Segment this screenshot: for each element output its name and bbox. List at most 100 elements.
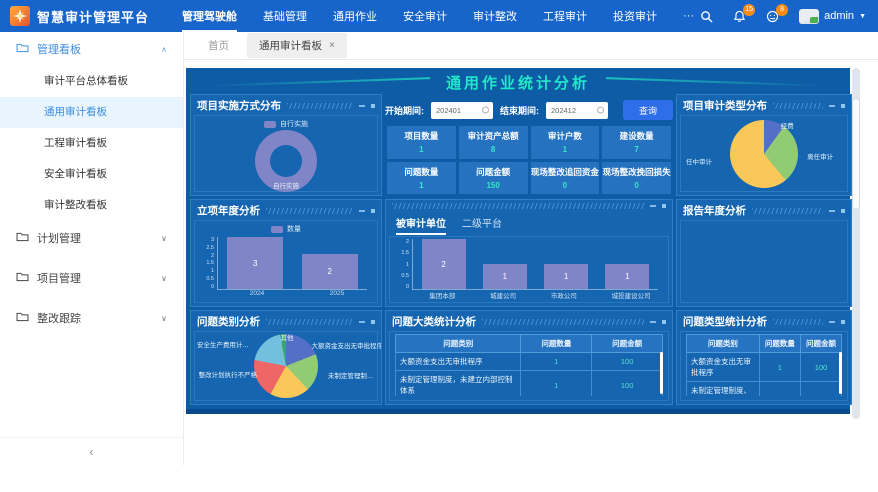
sidebar-item[interactable]: 工程审计看板: [0, 128, 183, 159]
panel-title: 报告年度分析: [683, 203, 746, 218]
panel-dot-icon: [841, 104, 845, 108]
nav-item-3[interactable]: 通用作业: [333, 0, 377, 32]
hatch-decor: [752, 208, 823, 214]
y-tick: 0.5: [401, 273, 409, 279]
nav-item-5[interactable]: 审计整改: [473, 0, 517, 32]
stat-value: 7: [634, 145, 638, 154]
dashboard-grid: 项目实施方式分布 自行实施自行实施 开始期间:: [190, 94, 846, 405]
bar-value: 1: [564, 272, 568, 281]
unit-tab-2[interactable]: 二级平台: [462, 215, 502, 235]
nav-item-8[interactable]: ···: [683, 0, 694, 32]
username: admin: [824, 10, 854, 22]
panel-title: 问题大类统计分析: [392, 314, 476, 329]
scrollbar-thumb[interactable]: [852, 98, 860, 210]
sidebar-group-2[interactable]: 计划管理∨: [0, 221, 183, 255]
close-icon[interactable]: ×: [329, 40, 335, 51]
bell-icon[interactable]: 15: [733, 10, 746, 23]
panel-dot-icon: [662, 204, 666, 208]
dashboard-row: 通用作业统计分析 项目实施方式分布 自行实施自行实施: [186, 68, 878, 419]
folder-icon: [16, 312, 29, 325]
app-title: 智慧审计管理平台: [37, 7, 149, 26]
tab-2[interactable]: 通用审计看板×: [247, 33, 347, 58]
legend-chip: [271, 226, 283, 233]
collapse-sidebar-button[interactable]: ‹: [90, 445, 94, 459]
logo-star-icon: [10, 6, 30, 26]
hatch-decor: [287, 103, 353, 109]
message-badge: 8: [776, 4, 788, 16]
y-tick: 2: [211, 253, 214, 259]
sidebar-item[interactable]: 审计平台总体看板: [0, 66, 183, 97]
bar-value: 2: [328, 267, 332, 276]
panel-title: 立项年度分析: [197, 203, 260, 218]
pie-label: 其他: [281, 332, 294, 342]
sidebar-item[interactable]: 通用审计看板: [0, 97, 183, 128]
panel-dot-icon: [371, 104, 375, 108]
notification-badge: 15: [743, 4, 755, 16]
audit-type-chart: 经费离任审计任中审计: [680, 115, 848, 192]
sidebar-group-label: 项目管理: [37, 270, 81, 286]
audited-unit-tabs: 被审计单位二级平台: [386, 210, 672, 235]
table-scrollbar[interactable]: [839, 352, 842, 394]
nav-item-4[interactable]: 安全审计: [403, 0, 447, 32]
chevron-down-icon: ∨: [161, 274, 167, 283]
sidebar-item[interactable]: 审计整改看板: [0, 190, 183, 221]
vertical-scrollbar[interactable]: [852, 68, 860, 419]
sidebar-group-label: 整改跟踪: [37, 310, 81, 326]
query-button[interactable]: 查询: [623, 100, 673, 120]
sidebar-group-1[interactable]: 管理看板∧: [0, 32, 183, 66]
sidebar: 管理看板∧审计平台总体看板通用审计看板工程审计看板安全审计看板审计整改看板计划管…: [0, 32, 184, 465]
column-header: 问题数量: [759, 335, 800, 353]
stat-card-1: 项目数量1: [387, 126, 456, 159]
bar-value: 3: [253, 259, 257, 268]
x-tick: 城投建设公司: [612, 290, 651, 302]
stat-label: 建设数量: [620, 130, 654, 142]
nav-item-1[interactable]: 管理驾驶舱: [182, 0, 237, 32]
y-axis: 32.521.510.50: [201, 237, 217, 290]
tab-1[interactable]: 首页: [196, 33, 241, 58]
user-menu[interactable]: admin ▼: [799, 9, 866, 24]
chart-legend: 自行实施: [195, 118, 377, 130]
pie-label: 安全生产费用计提和使用不规...: [197, 339, 253, 349]
panel-problem-type-table: 问题类型统计分析 问题类别问题数量问题金额大额资金支出无审批程序1100未制定管…: [676, 310, 852, 405]
panel-title: 项目审计类型分布: [683, 98, 767, 113]
chart-legend: 数量: [195, 223, 377, 235]
column-header: 问题类别: [396, 335, 521, 353]
title-decor-right: [606, 77, 826, 87]
y-tick: 1: [211, 268, 214, 274]
plot-area: 2111: [412, 239, 658, 290]
nav-item-2[interactable]: 基础管理: [263, 0, 307, 32]
problem-major-table: 问题类别问题数量问题金额大额资金支出无审批程序1100未制定管理制度，未建立内部…: [389, 331, 669, 401]
nav-item-7[interactable]: 投资审计: [613, 0, 657, 32]
minimize-icon: [650, 321, 656, 323]
hatch-decor: [392, 203, 644, 209]
column-header: 问题类别: [687, 335, 760, 353]
panel-problem-major-table: 问题大类统计分析 问题类别问题数量问题金额大额资金支出无审批程序1100未制定管…: [385, 310, 673, 405]
minimize-icon: [650, 205, 656, 207]
stat-label: 审计户数: [548, 130, 582, 142]
stat-card-3: 审计户数1: [531, 126, 600, 159]
top-header: 智慧审计管理平台 管理驾驶舱基础管理通用作业安全审计审计整改工程审计投资审计 ··…: [0, 0, 878, 32]
app-window: 智慧审计管理平台 管理驾驶舱基础管理通用作业安全审计审计整改工程审计投资审计 ··…: [0, 0, 878, 492]
panel-dot-icon: [662, 320, 666, 324]
pie-wrap: 经费离任审计任中审计: [681, 116, 847, 191]
plot-area: 32: [217, 237, 367, 290]
bar: 3: [227, 237, 283, 289]
audited-unit-chart: 21.510.502111集团本部城建公司市政公司城投建设公司: [389, 236, 669, 303]
sidebar-item[interactable]: 安全审计看板: [0, 159, 183, 190]
x-tick: 市政公司: [551, 290, 577, 302]
table-scrollbar[interactable]: [660, 352, 663, 394]
panel-audit-type: 项目审计类型分布 经费离任审计任中审计: [676, 94, 852, 196]
panel-dot-icon: [371, 209, 375, 213]
stat-label: 现场整改追回资金: [531, 166, 599, 178]
problem-type-table: 问题类别问题数量问题金额大额资金支出无审批程序1100未制定管理制度、未建立内部…: [680, 331, 848, 401]
search-icon[interactable]: [700, 10, 713, 23]
message-icon[interactable]: 8: [766, 10, 779, 23]
impl-method-chart: 自行实施自行实施: [194, 115, 378, 192]
sidebar-group-4[interactable]: 整改跟踪∨: [0, 301, 183, 335]
stat-card-2: 审计资产总额8: [459, 126, 528, 159]
app-logo: 智慧审计管理平台: [10, 6, 182, 26]
hatch-decor: [482, 319, 644, 325]
nav-item-6[interactable]: 工程审计: [543, 0, 587, 32]
unit-tab-1[interactable]: 被审计单位: [396, 215, 446, 235]
sidebar-group-3[interactable]: 项目管理 ∨: [0, 261, 183, 295]
